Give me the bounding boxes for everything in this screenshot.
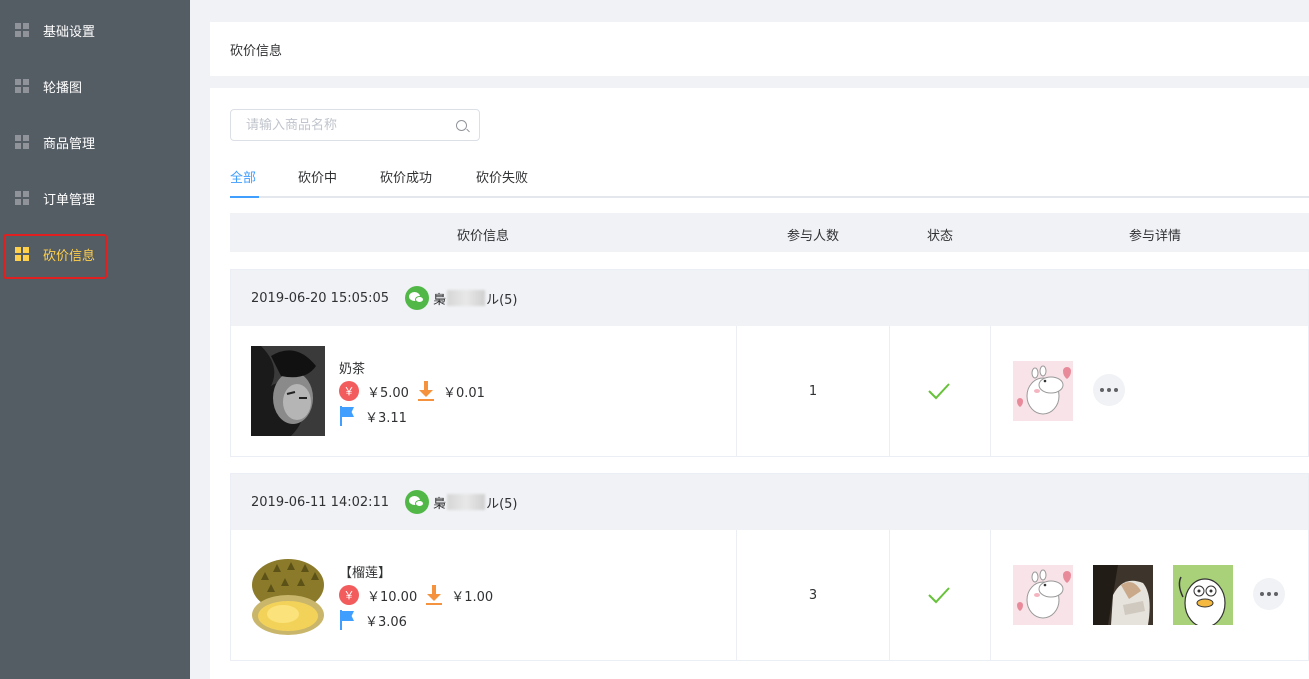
wechat-icon: [405, 490, 430, 514]
price-row: ￥3.06: [339, 610, 407, 630]
photo-avatar[interactable]: [1093, 565, 1153, 625]
price-row: ￥3.11: [339, 406, 407, 426]
tab-failed[interactable]: 砍价失败: [476, 166, 528, 196]
order-card: 2019-06-11 14:02:11 梟 ル(5) 【榴莲】 ￥ ￥10.00…: [230, 473, 1309, 661]
sidebar-item-label: 轮播图: [43, 80, 83, 96]
yen-icon: ￥: [339, 381, 359, 401]
sidebar-item-label: 商品管理: [43, 136, 96, 152]
grid-icon: [15, 135, 29, 149]
order-header: 2019-06-20 15:05:05 梟 ル(5): [231, 270, 1308, 326]
column-header: 参与详情: [1128, 229, 1182, 244]
more-button[interactable]: [1093, 374, 1125, 406]
sidebar-item-carousel[interactable]: 轮播图: [0, 58, 190, 114]
current-price: ￥3.06: [365, 614, 407, 630]
blurred-name: [447, 494, 486, 510]
grid-icon: [15, 79, 29, 93]
column-header: 状态: [926, 229, 954, 244]
order-body: 【榴莲】 ￥ ￥10.00 ￥1.00 ￥3.06 3: [231, 530, 1308, 661]
page-title: 砍价信息: [230, 43, 283, 59]
grid-icon: [15, 247, 29, 261]
floor-price: ￥1.00: [451, 589, 494, 605]
order-time: 2019-06-20 15:05:05: [251, 290, 390, 306]
price-row: ￥ ￥10.00 ￥1.00: [339, 585, 493, 605]
grid-icon: [15, 191, 29, 205]
wechat-icon: [405, 286, 430, 310]
page-title-card: 砍价信息: [210, 22, 1309, 76]
active-tab-indicator: [230, 196, 259, 198]
check-icon: [928, 383, 950, 400]
duck-avatar[interactable]: [1173, 565, 1233, 625]
sidebar-item-orders[interactable]: 订单管理: [0, 170, 190, 226]
search-input[interactable]: [246, 117, 456, 133]
user-name-prefix: 梟: [433, 496, 447, 512]
participant-count: 3: [808, 588, 818, 603]
tabs: 全部 砍价中 砍价成功 砍价失败: [230, 166, 1309, 198]
sidebar: 基础设置 轮播图 商品管理 订单管理 砍价信息: [0, 0, 190, 679]
user-name-suffix: ル(5): [486, 292, 518, 308]
search-icon[interactable]: [456, 119, 467, 131]
tab-in-progress[interactable]: 砍价中: [298, 166, 337, 196]
flag-icon: [339, 406, 355, 426]
divider: [990, 530, 991, 661]
content-card: 全部 砍价中 砍价成功 砍价失败 砍价信息 参与人数 状态 参与详情 2019-…: [210, 88, 1309, 679]
original-price: ￥5.00: [367, 385, 409, 401]
participant-count: 1: [808, 384, 818, 399]
current-price: ￥3.11: [365, 410, 407, 426]
order-time: 2019-06-11 14:02:11: [251, 494, 390, 510]
blurred-name: [447, 290, 486, 306]
user-name-prefix: 梟: [433, 292, 447, 308]
order-body: 奶茶 ￥ ￥5.00 ￥0.01 ￥3.11 1: [231, 326, 1308, 457]
sidebar-item-label: 订单管理: [43, 192, 96, 208]
divider: [889, 326, 890, 457]
column-header: 参与人数: [786, 229, 840, 244]
download-arrow-icon: [417, 381, 435, 401]
order-header: 2019-06-11 14:02:11 梟 ル(5): [231, 474, 1308, 530]
tab-success[interactable]: 砍价成功: [380, 166, 432, 196]
main-content: 砍价信息 全部 砍价中 砍价成功 砍价失败 砍价信息 参与人数 状态 参与详情 …: [190, 0, 1309, 679]
flag-icon: [339, 610, 355, 630]
sidebar-item-bargain[interactable]: 砍价信息: [0, 226, 190, 282]
divider: [889, 530, 890, 661]
download-arrow-icon: [425, 585, 443, 605]
user-name-suffix: ル(5): [486, 496, 518, 512]
more-button[interactable]: [1253, 578, 1285, 610]
original-price: ￥10.00: [367, 589, 418, 605]
product-image[interactable]: [251, 346, 325, 436]
sidebar-item-label: 砍价信息: [43, 248, 96, 264]
divider: [990, 326, 991, 457]
price-row: ￥ ￥5.00 ￥0.01: [339, 381, 485, 401]
table-header: 砍价信息 参与人数 状态 参与详情: [230, 213, 1309, 252]
sidebar-item-basic-settings[interactable]: 基础设置: [0, 2, 190, 58]
product-name: 【榴莲】: [339, 566, 392, 581]
sidebar-item-products[interactable]: 商品管理: [0, 114, 190, 170]
grid-icon: [15, 23, 29, 37]
column-header: 砍价信息: [456, 229, 510, 244]
sidebar-item-label: 基础设置: [43, 24, 96, 40]
order-card: 2019-06-20 15:05:05 梟 ル(5) 奶茶 ￥ ￥5.00 ￥0…: [230, 269, 1309, 457]
moomin-avatar[interactable]: [1013, 565, 1073, 625]
search-box: [230, 109, 480, 141]
yen-icon: ￥: [339, 585, 359, 605]
moomin-avatar[interactable]: [1013, 361, 1073, 421]
floor-price: ￥0.01: [442, 385, 485, 401]
tab-all[interactable]: 全部: [230, 166, 256, 196]
check-icon: [928, 587, 950, 604]
product-name: 奶茶: [339, 362, 366, 377]
product-image[interactable]: [251, 550, 325, 640]
